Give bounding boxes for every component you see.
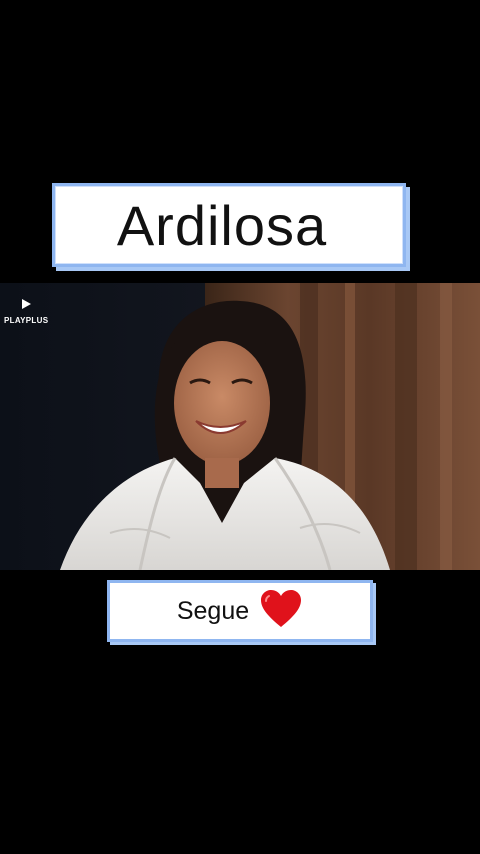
title-banner: Ardilosa — [52, 183, 406, 267]
follow-banner[interactable]: Segue — [107, 580, 373, 642]
video-still — [0, 283, 480, 570]
heart-icon — [259, 589, 303, 634]
video-frame[interactable]: PLAYPLUS — [0, 283, 480, 570]
title-text: Ardilosa — [116, 193, 328, 257]
play-logo-icon — [20, 297, 32, 315]
watermark-text: PLAYPLUS — [4, 316, 49, 325]
channel-watermark: PLAYPLUS — [4, 297, 48, 325]
follow-text: Segue — [176, 596, 250, 625]
